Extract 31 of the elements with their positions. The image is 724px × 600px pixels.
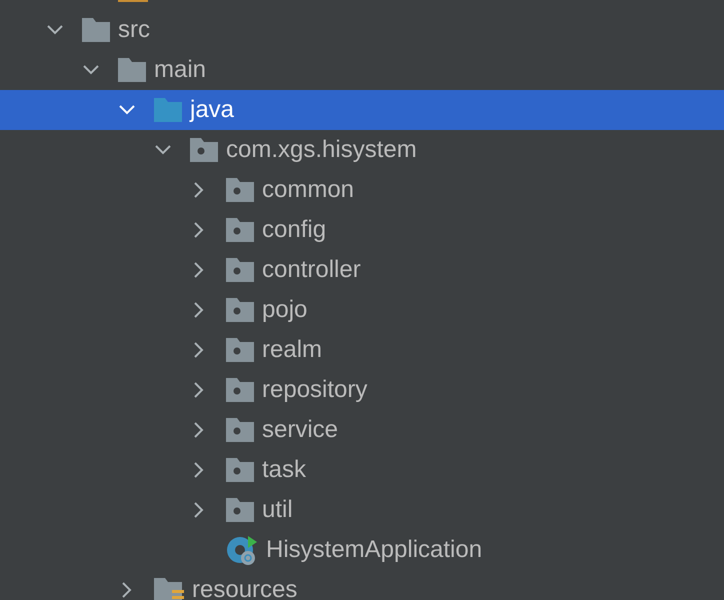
- tree-item-label[interactable]: java: [190, 96, 234, 124]
- resources-folder-icon: [154, 578, 184, 600]
- tree-item-label[interactable]: resources: [192, 576, 298, 600]
- tree-item-label[interactable]: com.xgs.hisystem: [226, 136, 417, 164]
- package-folder-icon: [226, 298, 254, 322]
- package-folder-icon: [226, 458, 254, 482]
- tree-item-label[interactable]: main: [154, 56, 206, 84]
- tree-item-label[interactable]: src: [118, 16, 150, 44]
- tree-item-label[interactable]: repository: [262, 376, 368, 404]
- package-folder-icon: [226, 378, 254, 402]
- package-folder-icon: [226, 418, 254, 442]
- tree-item-label[interactable]: HisystemApplication: [266, 536, 482, 564]
- package-folder-icon: [226, 258, 254, 282]
- tree-item-label[interactable]: realm: [262, 336, 322, 364]
- tree-item-label[interactable]: task: [262, 456, 306, 484]
- tree-item-label[interactable]: common: [262, 176, 354, 204]
- package-folder-icon: [190, 138, 218, 162]
- package-folder-icon: [226, 338, 254, 362]
- tree-item-label[interactable]: service: [262, 416, 338, 444]
- folder-icon: [82, 18, 110, 42]
- folder-icon: [118, 58, 146, 82]
- spring-class-icon: [226, 534, 258, 566]
- tree-item-label[interactable]: config: [262, 216, 326, 244]
- package-folder-icon: [226, 498, 254, 522]
- package-folder-icon: [226, 218, 254, 242]
- package-folder-icon: [226, 178, 254, 202]
- folder-icon: [154, 98, 182, 122]
- selected-tree-row[interactable]: java: [0, 90, 724, 130]
- tree-item-label[interactable]: controller: [262, 256, 361, 284]
- tree-item-label[interactable]: pojo: [262, 296, 308, 324]
- tree-item-label[interactable]: util: [262, 496, 293, 524]
